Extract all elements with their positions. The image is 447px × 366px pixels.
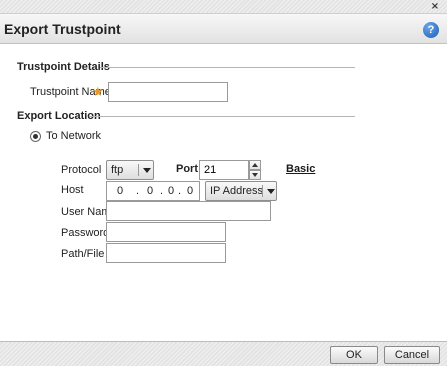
- port-increment-button[interactable]: [249, 160, 261, 170]
- password-label: Password: [61, 227, 110, 239]
- required-star-icon: ★: [92, 84, 104, 99]
- to-network-label: To Network: [46, 130, 102, 142]
- export-location-heading: Export Location: [17, 110, 101, 122]
- trustpoint-name-input[interactable]: [108, 82, 228, 102]
- arrow-up-icon: [252, 163, 258, 167]
- help-icon[interactable]: ?: [423, 22, 439, 38]
- ip-octet-3: 0: [168, 185, 175, 197]
- to-network-radio[interactable]: [30, 131, 41, 142]
- dropdown-separator: [262, 185, 263, 197]
- user-name-input[interactable]: [106, 201, 271, 221]
- chevron-down-icon: [143, 168, 151, 173]
- path-file-input[interactable]: [106, 243, 226, 263]
- section-divider: [100, 67, 355, 68]
- dialog-footer: OK Cancel: [0, 341, 447, 366]
- port-decrement-button[interactable]: [249, 170, 261, 180]
- dropdown-separator: [138, 164, 139, 176]
- section-divider: [90, 116, 355, 117]
- arrow-down-icon: [252, 173, 258, 177]
- basic-link[interactable]: Basic: [286, 163, 315, 175]
- host-label: Host: [61, 184, 84, 196]
- ip-octet-1: 0: [117, 185, 124, 197]
- window-top-strip: ×: [0, 0, 447, 14]
- host-type-value: IP Address: [210, 185, 263, 197]
- chevron-down-icon: [267, 189, 275, 194]
- path-file-label: Path/File: [61, 248, 105, 260]
- radio-selected-dot: [33, 134, 38, 139]
- ip-octet-4: 0: [187, 185, 194, 197]
- port-label: Port: [176, 163, 198, 175]
- page-title: Export Trustpoint: [4, 21, 121, 37]
- trustpoint-details-heading: Trustpoint Details: [17, 61, 110, 73]
- host-ip-input[interactable]: 0 . 0 . 0 . 0: [106, 181, 200, 201]
- protocol-label: Protocol: [61, 164, 102, 176]
- protocol-select[interactable]: ftp: [106, 160, 154, 180]
- password-input[interactable]: [106, 222, 226, 242]
- port-input[interactable]: [199, 160, 249, 180]
- cancel-button[interactable]: Cancel: [384, 346, 440, 364]
- protocol-value: ftp: [111, 164, 124, 176]
- ok-button[interactable]: OK: [330, 346, 378, 364]
- ip-octet-2: 0: [147, 185, 154, 197]
- ip-dot: .: [160, 185, 164, 197]
- ip-dot: .: [136, 185, 140, 197]
- title-bar: Export Trustpoint ?: [0, 14, 447, 44]
- host-type-select[interactable]: IP Address: [205, 181, 277, 201]
- ip-dot: .: [178, 185, 182, 197]
- close-icon[interactable]: ×: [429, 1, 441, 13]
